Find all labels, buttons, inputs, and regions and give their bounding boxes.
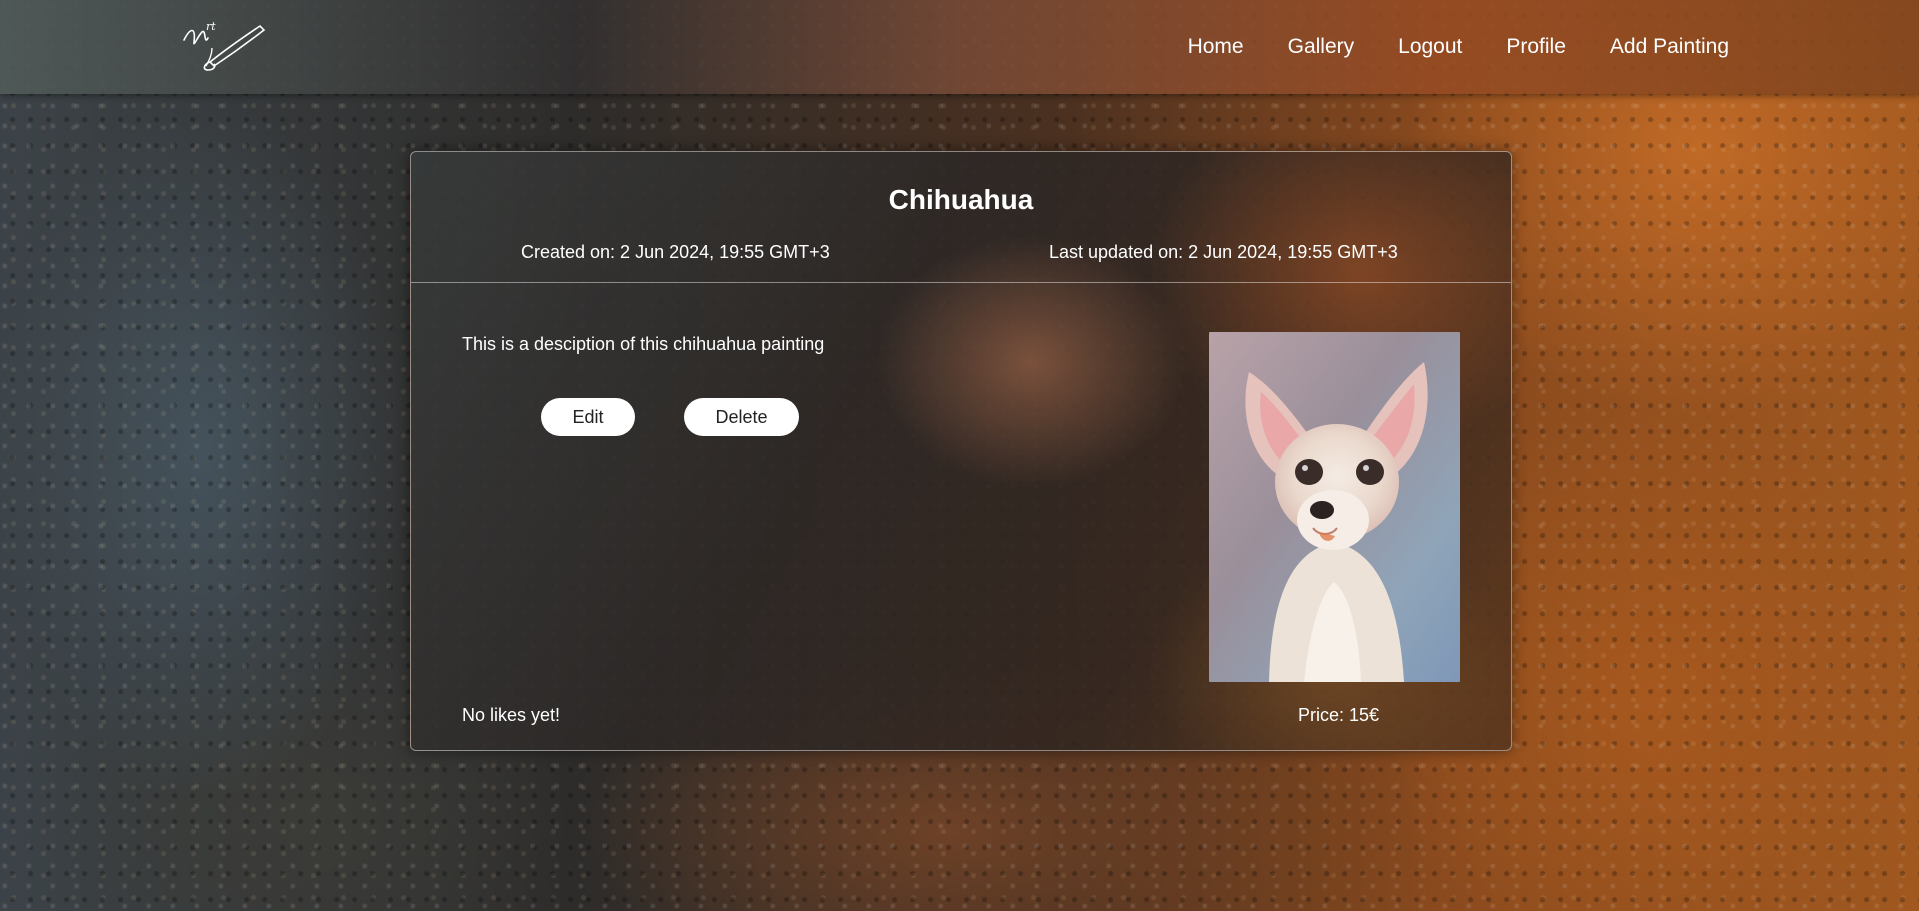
painting-title: Chihuahua (888, 184, 1034, 215)
painting-price: Price: 15€ (1298, 705, 1380, 725)
card-header: Chihuahua Created on: 2 Jun 2024, 19:55 … (411, 152, 1511, 283)
top-navbar: rt Home Gallery Logout Profile Add Paint… (0, 0, 1919, 94)
nav-home[interactable]: Home (1188, 35, 1244, 59)
painting-description: This is a desciption of this chihuahua p… (462, 334, 825, 354)
nav-profile[interactable]: Profile (1506, 35, 1566, 59)
svg-text:rt: rt (206, 20, 216, 33)
painting-details-card: Chihuahua Created on: 2 Jun 2024, 19:55 … (410, 151, 1512, 751)
updated-date: Last updated on: 2 Jun 2024, 19:55 GMT+3 (1049, 242, 1398, 262)
edit-button[interactable]: Edit (541, 398, 635, 436)
nav-gallery[interactable]: Gallery (1288, 35, 1355, 59)
delete-button[interactable]: Delete (684, 398, 799, 436)
likes-status: No likes yet! (462, 705, 561, 725)
nav-add-painting[interactable]: Add Painting (1610, 35, 1729, 59)
main-nav: Home Gallery Logout Profile Add Painting (1144, 0, 1729, 94)
created-date: Created on: 2 Jun 2024, 19:55 GMT+3 (521, 242, 830, 262)
nav-logout[interactable]: Logout (1398, 35, 1462, 59)
chihuahua-painting-image (1209, 332, 1460, 682)
art-logo-icon[interactable]: rt (180, 18, 266, 72)
